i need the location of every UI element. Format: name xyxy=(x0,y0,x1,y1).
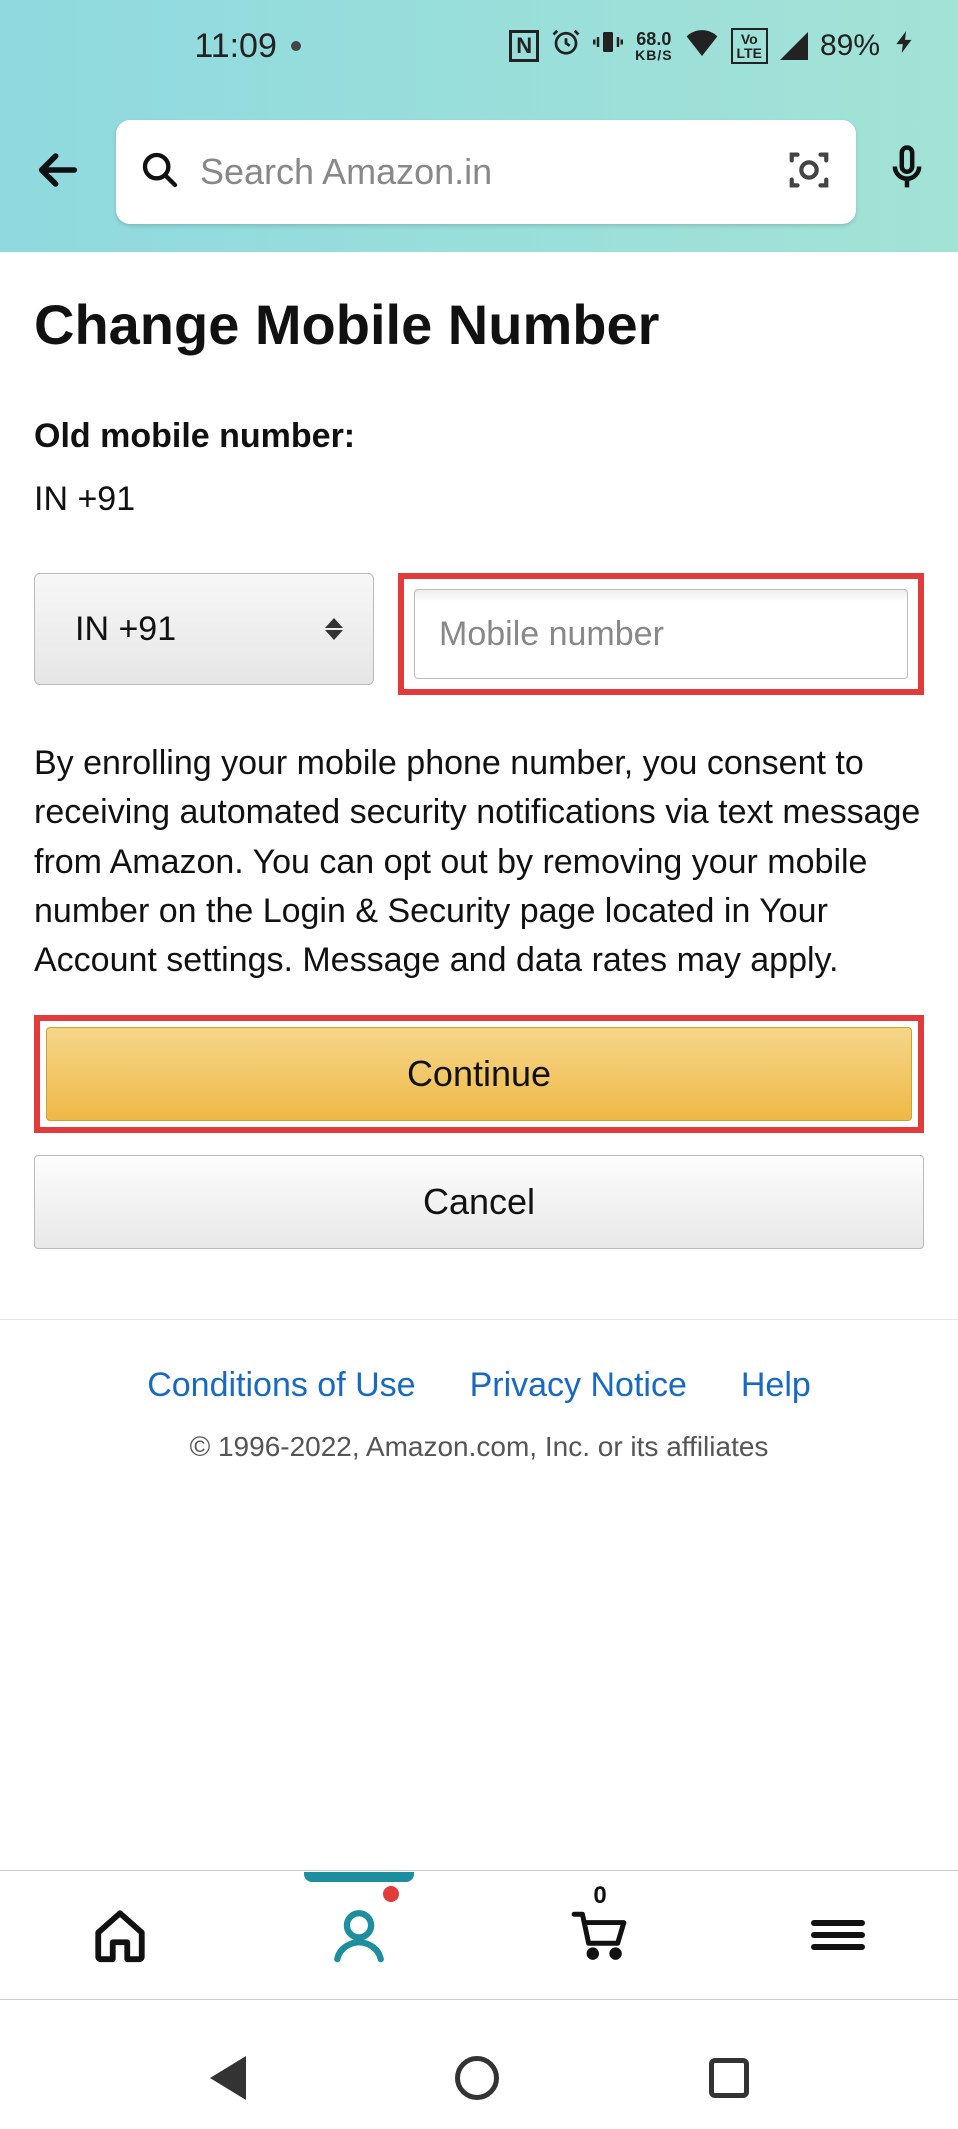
page-title: Change Mobile Number xyxy=(34,292,924,357)
tab-cart[interactable]: 0 xyxy=(549,1890,649,1980)
network-speed-value: 68.0 xyxy=(636,30,671,48)
page-content: Change Mobile Number Old mobile number: … xyxy=(0,252,958,1463)
notification-dot-icon xyxy=(383,1886,399,1902)
network-speed: 68.0 KB/S xyxy=(635,30,672,62)
phone-input-row: IN +91 xyxy=(34,573,924,695)
network-speed-unit: KB/S xyxy=(635,48,672,62)
continue-highlight: Continue xyxy=(34,1015,924,1133)
sys-back-icon[interactable] xyxy=(210,2056,246,2100)
sys-home-icon[interactable] xyxy=(455,2056,499,2100)
link-conditions[interactable]: Conditions of Use xyxy=(147,1366,415,1405)
hamburger-icon xyxy=(811,1914,865,1956)
old-number-value: IN +91 xyxy=(34,480,924,519)
volte-bottom: LTE xyxy=(737,46,762,60)
cart-count-badge: 0 xyxy=(593,1882,606,1910)
footer-links: Conditions of Use Privacy Notice Help xyxy=(34,1366,924,1405)
footer-divider xyxy=(0,1319,958,1320)
old-number-label: Old mobile number: xyxy=(34,417,924,456)
mobile-number-input[interactable] xyxy=(414,589,908,679)
camera-search-icon[interactable] xyxy=(786,147,832,198)
tab-menu[interactable] xyxy=(788,1890,888,1980)
nfc-icon: N xyxy=(509,30,539,62)
search-icon xyxy=(140,150,180,195)
status-dot-icon xyxy=(291,41,301,51)
status-icons: N 68.0 KB/S Vo LTE 89% xyxy=(509,27,918,65)
charging-icon xyxy=(892,27,918,65)
link-help[interactable]: Help xyxy=(741,1366,811,1405)
continue-button[interactable]: Continue xyxy=(46,1027,912,1121)
wifi-icon xyxy=(685,28,719,64)
search-input[interactable] xyxy=(180,151,786,193)
select-chevron-icon xyxy=(325,618,343,640)
vibrate-icon xyxy=(593,27,623,65)
alarm-icon xyxy=(551,27,581,65)
volte-icon: Vo LTE xyxy=(731,28,768,64)
copyright-text: © 1996-2022, Amazon.com, Inc. or its aff… xyxy=(34,1431,924,1463)
status-bar: 11:09 N 68.0 KB/S Vo LTE 89% xyxy=(0,0,958,92)
status-time: 11:09 xyxy=(194,27,277,66)
sys-recents-icon[interactable] xyxy=(709,2058,749,2098)
link-privacy[interactable]: Privacy Notice xyxy=(470,1366,687,1405)
voice-search-icon[interactable] xyxy=(886,144,928,201)
country-code-select[interactable]: IN +91 xyxy=(34,573,374,685)
signal-icon xyxy=(780,32,808,60)
tab-profile[interactable] xyxy=(309,1890,409,1980)
battery-percent: 89% xyxy=(820,29,880,63)
app-header xyxy=(0,92,958,252)
mobile-number-highlight xyxy=(398,573,924,695)
back-button[interactable] xyxy=(30,142,86,203)
volte-top: Vo xyxy=(741,32,758,46)
consent-text: By enrolling your mobile phone number, y… xyxy=(34,739,924,985)
system-nav-bar xyxy=(0,2028,958,2128)
bottom-tab-bar: 0 xyxy=(0,1870,958,2000)
cancel-button[interactable]: Cancel xyxy=(34,1155,924,1249)
country-code-value: IN +91 xyxy=(75,610,176,649)
search-box[interactable] xyxy=(116,120,856,224)
active-tab-indicator xyxy=(304,1872,414,1882)
tab-home[interactable] xyxy=(70,1890,170,1980)
